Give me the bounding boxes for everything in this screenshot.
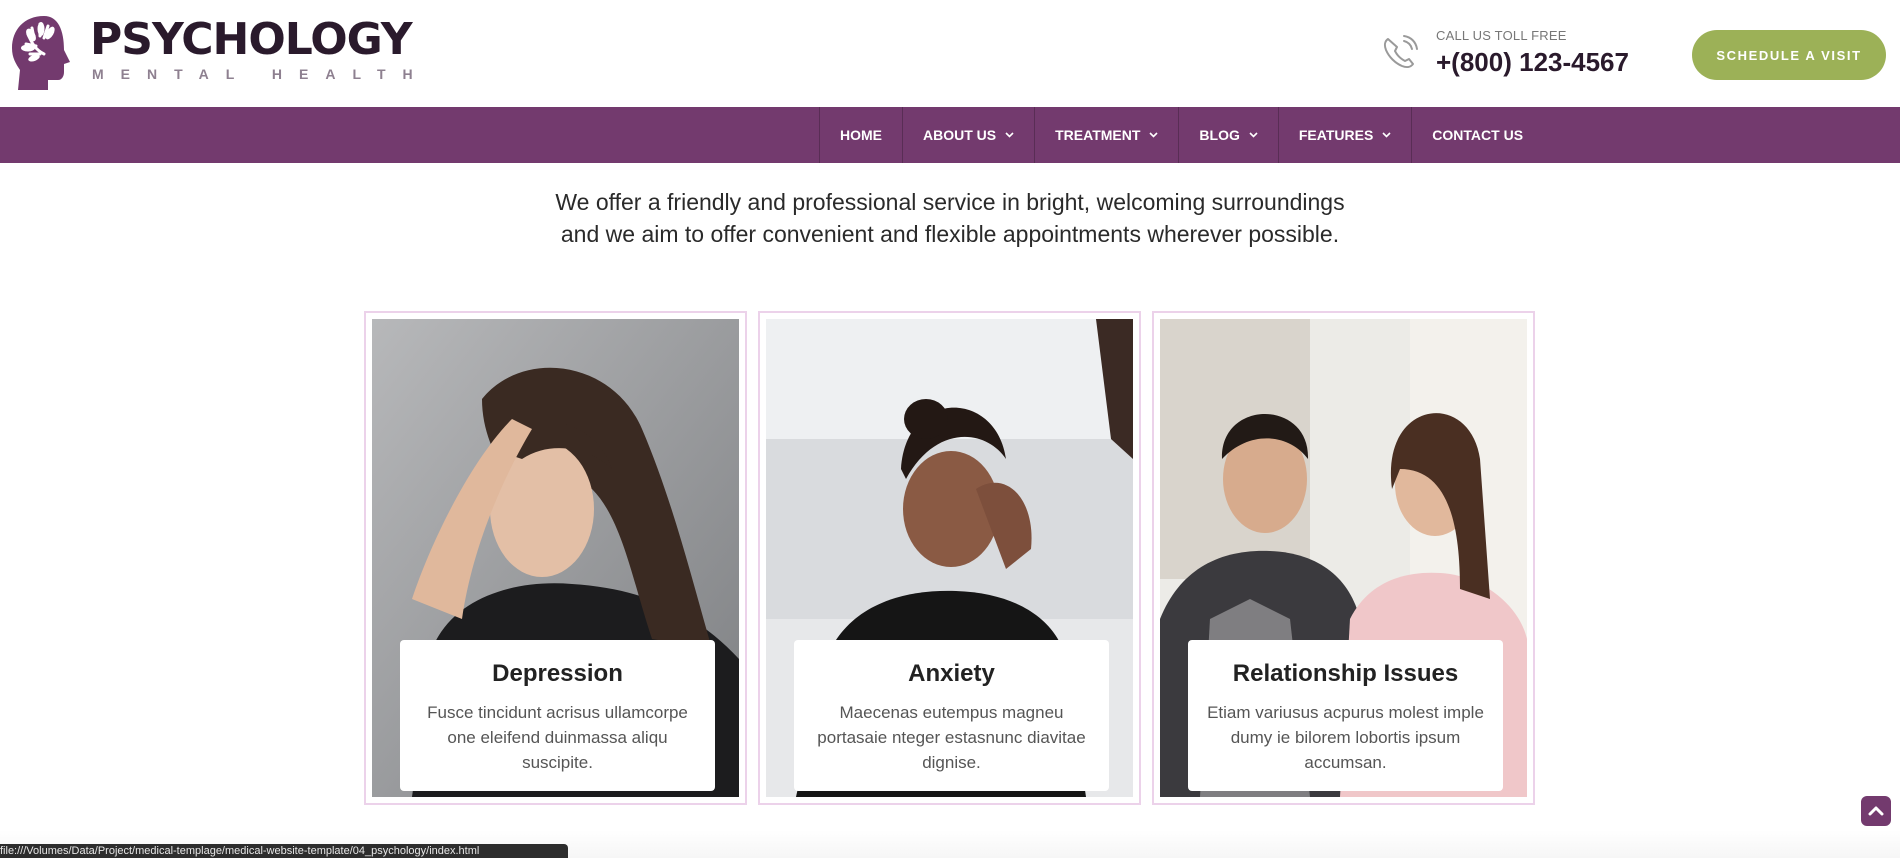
intro-text: We offer a friendly and professional ser… bbox=[450, 186, 1450, 250]
card-relationship-issues[interactable]: Relationship Issues Etiam variusus acpur… bbox=[1152, 311, 1535, 805]
nav-item-label: BLOG bbox=[1199, 127, 1240, 143]
card-caption: Depression Fusce tincidunt acrisus ullam… bbox=[400, 640, 715, 791]
nav-list: HOME ABOUT US TREATMENT BLOG FEATURES CONTACT… bbox=[819, 107, 1543, 163]
nav-item-blog[interactable]: BLOG bbox=[1178, 107, 1277, 163]
main-nav: HOME ABOUT US TREATMENT BLOG FEATURES CONTACT… bbox=[0, 107, 1900, 163]
nav-item-label: TREATMENT bbox=[1055, 127, 1141, 143]
nav-item-features[interactable]: FEATURES bbox=[1277, 107, 1411, 163]
nav-item-label: HOME bbox=[840, 127, 882, 143]
nav-item-contact-us[interactable]: CONTACT US bbox=[1411, 107, 1543, 163]
card-caption: Anxiety Maecenas eutempus magneu portasa… bbox=[794, 640, 1109, 791]
browser-status-bar: file:///Volumes/Data/Project/medical-tem… bbox=[0, 844, 568, 858]
nav-item-label: ABOUT US bbox=[923, 127, 997, 143]
chevron-down-icon bbox=[1005, 132, 1014, 138]
chevron-down-icon bbox=[1249, 132, 1258, 138]
card-title[interactable]: Depression bbox=[400, 660, 715, 688]
nav-item-home[interactable]: HOME bbox=[819, 107, 902, 163]
chevron-down-icon bbox=[1149, 132, 1158, 138]
card-title[interactable]: Relationship Issues bbox=[1188, 660, 1503, 688]
brand-name: PSYCHOLOGY bbox=[90, 14, 413, 65]
card-text: Fusce tincidunt acrisus ullamcorpe one e… bbox=[427, 703, 688, 772]
nav-item-label: FEATURES bbox=[1298, 127, 1374, 143]
services-cards: Depression Fusce tincidunt acrisus ullam… bbox=[364, 311, 1535, 805]
nav-item-treatment[interactable]: TREATMENT bbox=[1034, 107, 1178, 163]
intro-line-2: and we aim to offer convenient and flexi… bbox=[560, 221, 1340, 247]
nav-item-label: CONTACT US bbox=[1432, 127, 1524, 143]
schedule-visit-button[interactable]: SCHEDULE A VISIT bbox=[1692, 30, 1886, 80]
chevron-down-icon bbox=[1382, 132, 1391, 138]
card-caption: Relationship Issues Etiam variusus acpur… bbox=[1188, 640, 1503, 791]
phone-label: CALL US TOLL FREE bbox=[1436, 28, 1567, 43]
brand-tagline: MENTAL HEALTH bbox=[92, 66, 430, 82]
card-title[interactable]: Anxiety bbox=[794, 660, 1109, 688]
card-text: Maecenas eutempus magneu portasaie ntege… bbox=[817, 703, 1086, 772]
phone-contact: CALL US TOLL FREE +(800) 123-4567 bbox=[1378, 28, 1629, 78]
chevron-up-icon bbox=[1868, 806, 1884, 816]
site-header: PSYCHOLOGY MENTAL HEALTH CALL US TOLL FR… bbox=[0, 0, 1900, 107]
card-depression[interactable]: Depression Fusce tincidunt acrisus ullam… bbox=[364, 311, 747, 805]
intro-line-1: We offer a friendly and professional ser… bbox=[555, 189, 1345, 215]
card-text: Etiam variusus acpurus molest imple dumy… bbox=[1207, 703, 1484, 772]
head-leaf-logo-icon bbox=[12, 16, 70, 90]
card-anxiety[interactable]: Anxiety Maecenas eutempus magneu portasa… bbox=[758, 311, 1141, 805]
phone-number[interactable]: +(800) 123-4567 bbox=[1436, 47, 1629, 78]
logo[interactable]: PSYCHOLOGY MENTAL HEALTH bbox=[10, 14, 430, 92]
scroll-to-top-button[interactable] bbox=[1861, 796, 1891, 826]
phone-icon bbox=[1383, 35, 1418, 69]
nav-item-about-us[interactable]: ABOUT US bbox=[902, 107, 1034, 163]
